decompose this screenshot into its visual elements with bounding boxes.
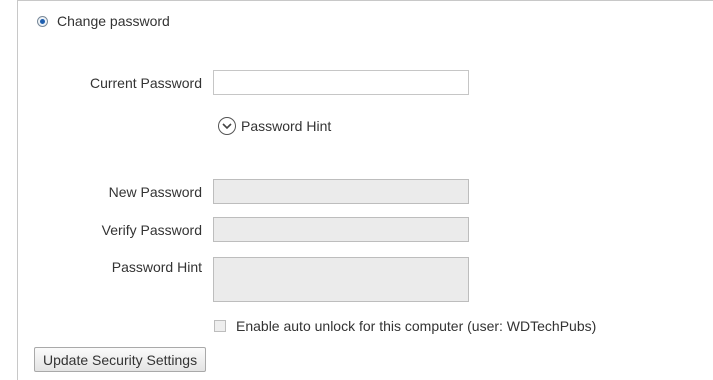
current-password-input[interactable] [213, 70, 469, 95]
password-hint-toggle-label[interactable]: Password Hint [241, 118, 331, 134]
verify-password-label: Verify Password [101, 222, 202, 238]
password-hint-label: Password Hint [111, 259, 202, 275]
change-password-label: Change password [57, 13, 170, 29]
new-password-label: New Password [108, 184, 202, 200]
update-security-settings-button[interactable]: Update Security Settings [34, 347, 207, 372]
current-password-label: Current Password [89, 75, 202, 91]
password-hint-toggle[interactable]: Password Hint [218, 117, 331, 135]
change-password-option[interactable]: Change password [37, 13, 170, 29]
new-password-input[interactable] [213, 179, 469, 204]
auto-unlock-label: Enable auto unlock for this computer (us… [236, 318, 597, 334]
password-hint-textarea[interactable] [213, 257, 469, 302]
change-password-radio[interactable] [37, 15, 48, 27]
security-settings-panel: Change password Current Password Passwor… [17, 0, 713, 380]
verify-password-input[interactable] [213, 217, 469, 242]
auto-unlock-option[interactable]: Enable auto unlock for this computer (us… [214, 318, 596, 334]
chevron-down-icon[interactable] [218, 117, 236, 135]
auto-unlock-checkbox[interactable] [214, 320, 226, 332]
